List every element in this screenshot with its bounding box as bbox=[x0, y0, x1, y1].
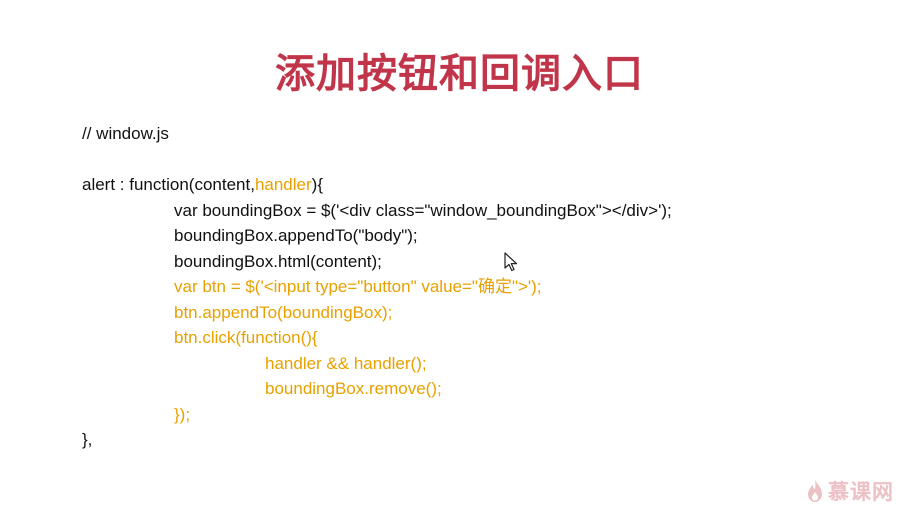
logo-text: 慕课网 bbox=[828, 480, 894, 504]
code-line-remove: boundingBox.remove(); bbox=[265, 379, 442, 398]
brand-logo: 慕课网 bbox=[806, 476, 894, 506]
code-line-html: boundingBox.html(content); bbox=[174, 251, 382, 271]
code-alert-signature: alert : function(content,handler){ bbox=[82, 172, 672, 198]
flame-icon bbox=[808, 480, 822, 502]
slide-title: 添加按钮和回调入口 bbox=[275, 51, 644, 97]
code-line-btn-append: btn.appendTo(boundingBox); bbox=[174, 302, 393, 322]
code-block: // window.js alert : function(content,ha… bbox=[82, 121, 672, 453]
code-line-boundingbox: var boundingBox = $('<div class="window_… bbox=[174, 200, 672, 220]
code-line-append: boundingBox.appendTo("body"); bbox=[174, 226, 418, 245]
alert-prefix: alert : function(content, bbox=[82, 175, 255, 194]
code-line-alert-close: }, bbox=[82, 430, 93, 449]
code-line-btn: var btn = $('<input type="button" value=… bbox=[174, 277, 542, 296]
mouse-pointer-icon bbox=[504, 252, 518, 272]
code-line-btn-click: btn.click(function(){ bbox=[174, 328, 318, 347]
code-comment: // window.js bbox=[82, 124, 169, 143]
alert-handler-param: handler bbox=[254, 175, 312, 194]
code-line-handler-call: handler && handler(); bbox=[265, 353, 427, 373]
code-line-click-close: }); bbox=[174, 404, 191, 424]
alert-suffix: ){ bbox=[311, 175, 323, 194]
